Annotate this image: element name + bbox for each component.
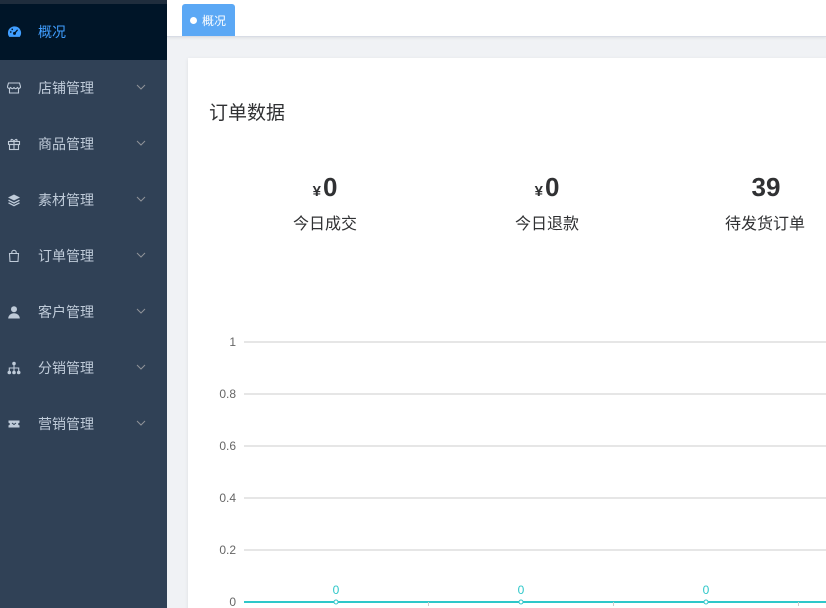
stat-number: 0 xyxy=(322,172,338,202)
stat-today-refund: ¥0 今日退款 xyxy=(467,170,627,234)
sidebar-item-marketing[interactable]: 营销管理 xyxy=(0,396,167,452)
stat-label: 今日退款 xyxy=(514,216,579,233)
data-label: 0 xyxy=(703,583,710,597)
stat-value: ¥0 xyxy=(467,170,627,204)
chevron-down-icon[interactable] xyxy=(136,418,146,428)
sidebar-item-distribution[interactable]: 分销管理 xyxy=(0,340,167,396)
stat-label: 待发货订单 xyxy=(724,216,805,233)
stat-label: 今日成交 xyxy=(292,216,357,233)
currency-symbol: ¥ xyxy=(312,183,321,200)
user-icon xyxy=(6,304,22,320)
y-tick-label: 0 xyxy=(229,595,236,608)
chevron-down-icon[interactable] xyxy=(136,362,146,372)
stat-number: 0 xyxy=(544,172,560,202)
ticket-icon xyxy=(6,416,22,432)
y-tick-label: 0.2 xyxy=(219,543,236,557)
sidebar: 概况 店铺管理 商品管理 素材管理 订单管理 客户管理 分销管理 营销管理 xyxy=(0,0,167,608)
sidebar-item-store[interactable]: 店铺管理 xyxy=(0,60,167,116)
chevron-down-icon[interactable] xyxy=(136,306,146,316)
network-icon xyxy=(6,360,22,376)
data-label: 0 xyxy=(333,583,340,597)
sidebar-item-label: 概况 xyxy=(38,24,66,40)
data-label: 0 xyxy=(518,583,525,597)
shopping-bag-icon xyxy=(6,248,22,264)
y-tick-label: 0.6 xyxy=(219,439,236,453)
sidebar-item-label: 分销管理 xyxy=(38,360,94,376)
sidebar-item-label: 素材管理 xyxy=(38,192,94,208)
tags-view-bar: 概况 xyxy=(167,0,826,37)
stat-value: ¥0 xyxy=(245,170,405,204)
data-point xyxy=(518,599,524,605)
sidebar-item-overview[interactable]: 概况 xyxy=(0,4,167,60)
dashboard-icon xyxy=(6,24,22,40)
chevron-down-icon[interactable] xyxy=(136,250,146,260)
y-tick-label: 0.4 xyxy=(219,491,236,505)
sidebar-item-label: 营销管理 xyxy=(38,416,94,432)
card-title: 订单数据 xyxy=(209,103,286,124)
store-icon xyxy=(6,80,22,96)
sidebar-item-goods[interactable]: 商品管理 xyxy=(0,116,167,172)
tag-label: 概况 xyxy=(202,13,227,28)
active-dot-icon xyxy=(190,16,197,24)
sidebar-item-label: 客户管理 xyxy=(38,304,94,320)
sidebar-item-label: 店铺管理 xyxy=(38,80,94,96)
sidebar-item-customer[interactable]: 客户管理 xyxy=(0,284,167,340)
order-line-chart: 00.20.40.60.810000 xyxy=(219,335,826,608)
stat-number: 39 xyxy=(751,172,781,202)
y-tick-label: 1 xyxy=(229,335,236,349)
sidebar-item-label: 商品管理 xyxy=(38,136,94,152)
stat-today-deal: ¥0 今日成交 xyxy=(245,170,405,234)
stat-pending-shipment: 39 待发货订单 xyxy=(685,170,826,234)
layers-icon xyxy=(6,192,22,208)
sidebar-item-order[interactable]: 订单管理 xyxy=(0,228,167,284)
tag-overview[interactable]: 概况 xyxy=(182,4,236,36)
stat-value: 39 xyxy=(685,170,826,204)
chevron-down-icon[interactable] xyxy=(136,138,146,148)
y-tick-label: 0.8 xyxy=(219,387,236,401)
sidebar-item-material[interactable]: 素材管理 xyxy=(0,172,167,228)
chevron-down-icon[interactable] xyxy=(136,194,146,204)
data-point xyxy=(333,599,339,605)
sidebar-item-label: 订单管理 xyxy=(38,248,94,264)
gift-icon xyxy=(6,136,22,152)
chevron-down-icon[interactable] xyxy=(136,82,146,92)
data-point xyxy=(703,599,709,605)
currency-symbol: ¥ xyxy=(534,183,543,200)
